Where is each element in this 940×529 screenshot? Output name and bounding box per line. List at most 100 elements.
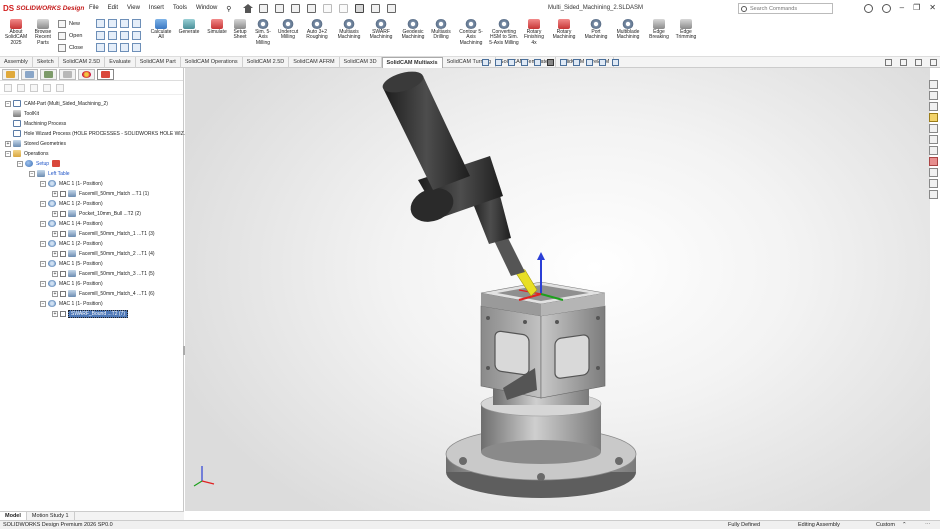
- tree-mac-item[interactable]: − MAC 1 (1- Position): [40, 179, 103, 188]
- print-icon[interactable]: [307, 4, 317, 13]
- edge-trimming-button[interactable]: Edge Trimming: [672, 19, 700, 41]
- tab-sketch[interactable]: Sketch: [33, 56, 59, 68]
- tree-machining-process[interactable]: Machining Process: [13, 119, 66, 128]
- tree-mac-item[interactable]: − MAC 1 (1- Position): [40, 299, 103, 308]
- customize-icon[interactable]: ⋯: [925, 521, 931, 529]
- expand-icon[interactable]: +: [52, 210, 58, 217]
- tree-mac-item[interactable]: − MAC 1 (6- Position): [40, 279, 103, 288]
- collapse-icon[interactable]: −: [40, 220, 46, 227]
- tree-left-table[interactable]: − Left Table: [29, 169, 70, 178]
- menu-view[interactable]: View: [127, 5, 140, 13]
- operation-checkbox[interactable]: [60, 270, 66, 277]
- tool-icon[interactable]: [108, 19, 117, 28]
- tree-operation-item-selected[interactable]: + SWARF_Bound ...T2 (7): [52, 309, 128, 318]
- pin-icon[interactable]: ⚲: [226, 5, 231, 13]
- tool-icon[interactable]: [120, 19, 129, 28]
- rotary-machining-button[interactable]: Rotary Machining: [550, 19, 578, 41]
- appearances-icon[interactable]: [929, 135, 938, 144]
- rebuild-icon[interactable]: [371, 4, 381, 13]
- new-button[interactable]: New: [58, 19, 83, 28]
- feature-manager-tab[interactable]: [2, 69, 19, 80]
- tree-operation-item[interactable]: + Facemill_50mm_Hatch_3 ...T1 (5): [52, 269, 155, 278]
- tool-icon[interactable]: [132, 31, 141, 40]
- display-style-icon[interactable]: [560, 59, 567, 66]
- expand-icon[interactable]: +: [52, 310, 58, 317]
- calculate-all-button[interactable]: Calculate All: [148, 19, 174, 41]
- tab-solidcam-multiaxis[interactable]: SolidCAM Multiaxis: [381, 56, 443, 68]
- restore-viewport-icon[interactable]: [900, 59, 907, 66]
- simulate-button[interactable]: Simulate: [204, 19, 230, 35]
- save-icon[interactable]: [291, 4, 301, 13]
- tree-setup[interactable]: − Setup: [17, 159, 63, 168]
- open-button[interactable]: Open: [58, 31, 83, 40]
- swarf-machining-button[interactable]: SWARF Machining: [366, 19, 396, 41]
- graphics-area[interactable]: [185, 68, 930, 511]
- redo-icon[interactable]: [339, 4, 349, 13]
- home-icon[interactable]: [243, 4, 254, 13]
- appearance-icon[interactable]: [586, 59, 593, 66]
- tool-icon[interactable]: [120, 43, 129, 52]
- tree-root-cam-part[interactable]: − CAM-Part (Multi_Sided_Machining_2): [5, 99, 108, 108]
- expand-icon[interactable]: +: [52, 270, 58, 277]
- home-task-icon[interactable]: [929, 80, 938, 89]
- tree-operation-item[interactable]: + Pocket_10mm_Bull ...T2 (2): [52, 209, 141, 218]
- expand-icon[interactable]: +: [52, 190, 58, 197]
- resources-icon[interactable]: [929, 91, 938, 100]
- select-cursor-icon[interactable]: [355, 4, 365, 13]
- collapse-icon[interactable]: −: [5, 150, 11, 157]
- minimize-button[interactable]: –: [900, 3, 904, 13]
- converting-hsm-button[interactable]: Converting HSM to Sim. 5-Axis Milling: [488, 19, 520, 46]
- rotary-finishing-button[interactable]: Rotary Finishing 4x: [522, 19, 546, 46]
- tab-solidcam-25d-2[interactable]: SolidCAM 2.5D: [243, 56, 290, 68]
- tree-mac-item[interactable]: − MAC 1 (2- Position): [40, 199, 103, 208]
- about-solidcam-button[interactable]: About SolidCAM 2025: [4, 19, 28, 46]
- geodesic-machining-button[interactable]: Geodesic Machining: [398, 19, 428, 41]
- setup-sheet-button[interactable]: Setup Sheet: [230, 19, 250, 41]
- undo-icon[interactable]: [323, 4, 333, 13]
- tree-operation-item[interactable]: + Facemill_50mm_Hatch_4 ...T1 (6): [52, 289, 155, 298]
- collapse-icon[interactable]: −: [40, 200, 46, 207]
- scene-icon[interactable]: [599, 59, 606, 66]
- auto32-roughing-button[interactable]: Auto 3+2 Roughing: [302, 19, 332, 41]
- tree-operations[interactable]: − Operations: [5, 149, 48, 158]
- expand-icon[interactable]: +: [5, 140, 11, 147]
- edge-breaking-button[interactable]: Edge Breaking: [646, 19, 672, 41]
- expand-icon[interactable]: +: [52, 290, 58, 297]
- collapse-icon[interactable]: −: [40, 260, 46, 267]
- menu-insert[interactable]: Insert: [149, 5, 164, 13]
- collapse-icon[interactable]: −: [40, 280, 46, 287]
- multiaxis-machining-button[interactable]: Multiaxis Machining: [334, 19, 364, 41]
- menu-window[interactable]: Window: [196, 5, 217, 13]
- tool-icon[interactable]: [108, 43, 117, 52]
- contour-5axis-button[interactable]: Contour 5-Axis Machining: [456, 19, 486, 46]
- tab-solidcam-3d[interactable]: SolidCAM 3D: [340, 56, 382, 68]
- toolbar-icon[interactable]: [30, 84, 38, 92]
- menu-file[interactable]: File: [89, 5, 99, 13]
- tree-mac-item[interactable]: − MAC 1 (4- Position): [40, 219, 103, 228]
- open-folder-icon[interactable]: [275, 4, 285, 13]
- tree-operation-item[interactable]: + Facemill_50mm_Hatch_1 ...T1 (3): [52, 229, 155, 238]
- restore-button[interactable]: ❐: [913, 3, 920, 13]
- operation-checkbox[interactable]: [60, 290, 66, 297]
- previous-view-icon[interactable]: [508, 59, 515, 66]
- toolpath-icon[interactable]: [929, 168, 938, 177]
- options-gear-icon[interactable]: [387, 4, 397, 13]
- tab-model[interactable]: Model: [0, 512, 27, 520]
- view-orientation-icon[interactable]: [547, 59, 554, 66]
- app-logo[interactable]: DS SOLIDWORKS Design: [0, 4, 86, 13]
- menu-tools[interactable]: Tools: [173, 5, 187, 13]
- port-machining-button[interactable]: Port Machining: [582, 19, 610, 41]
- toolbar-icon[interactable]: [4, 84, 12, 92]
- close-button[interactable]: Close: [58, 43, 83, 52]
- generate-button[interactable]: Generate: [176, 19, 202, 35]
- tab-motion-study[interactable]: Motion Study 1: [27, 512, 75, 520]
- multiaxis-drilling-button[interactable]: Multiaxis Drilling: [428, 19, 454, 41]
- collapse-icon[interactable]: −: [40, 300, 46, 307]
- operation-checkbox[interactable]: [60, 190, 66, 197]
- property-manager-tab[interactable]: [21, 69, 38, 80]
- sim-5axis-button[interactable]: Sim. 5-Axis Milling: [252, 19, 274, 46]
- tool-icon[interactable]: [96, 43, 105, 52]
- tab-solidcam-part[interactable]: SolidCAM Part: [136, 56, 181, 68]
- dimxpert-tab[interactable]: [59, 69, 76, 80]
- operation-checkbox[interactable]: [60, 210, 66, 217]
